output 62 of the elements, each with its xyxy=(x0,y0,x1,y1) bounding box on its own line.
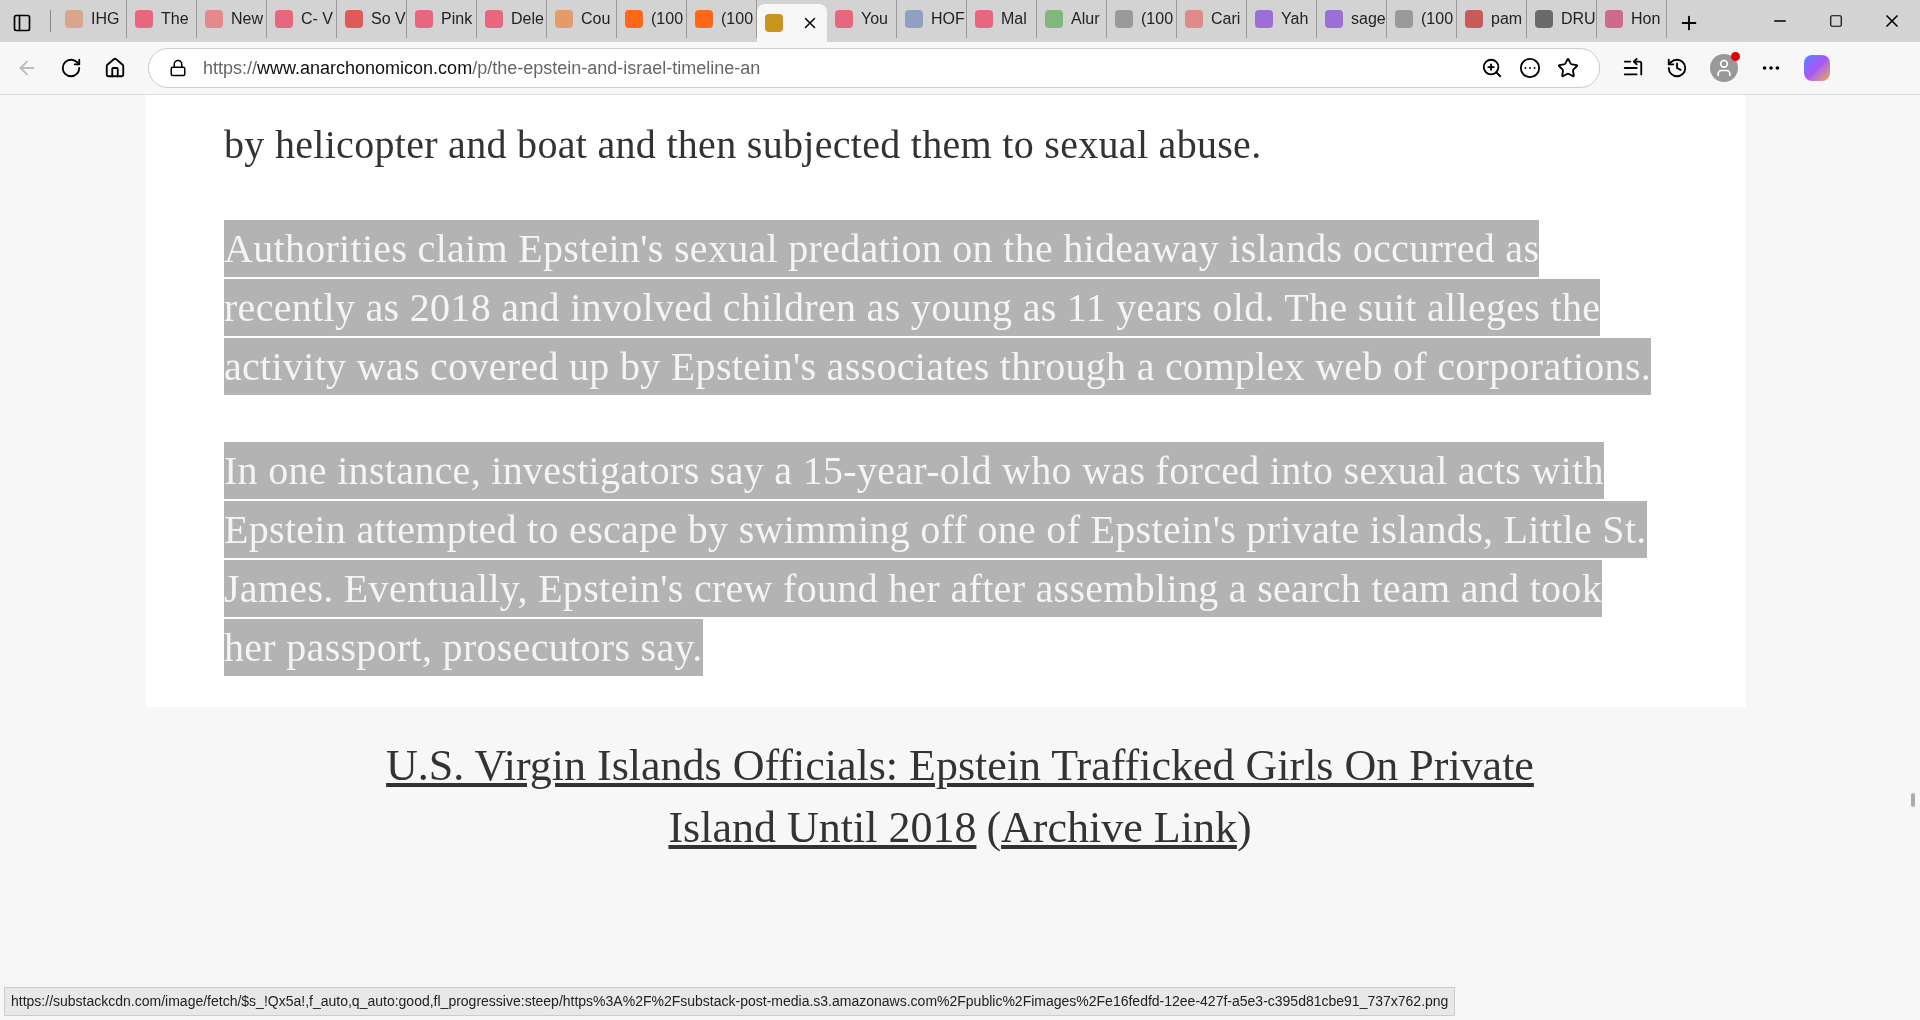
tab-title: Cari xyxy=(1211,9,1241,29)
browser-tab[interactable]: Hon xyxy=(1597,0,1667,38)
tab-title: The xyxy=(161,9,189,29)
url-text: https://www.anarchonomicon.com/p/the-epstein-and-israel-timeline-an xyxy=(203,56,761,80)
tab-title: sage xyxy=(1351,9,1386,29)
tab-title: (100 xyxy=(721,9,754,29)
favorite-icon[interactable] xyxy=(1557,57,1579,79)
browser-tab[interactable]: (100 xyxy=(1107,0,1177,38)
browser-tab[interactable]: Dele xyxy=(477,0,547,38)
tab-title: DRU xyxy=(1561,9,1596,29)
tab-title: Alur xyxy=(1071,9,1100,29)
tab-title: Hon xyxy=(1631,9,1661,29)
tab-title: New xyxy=(231,9,263,29)
browser-tab[interactable]: DRU xyxy=(1527,0,1597,38)
browser-tab[interactable]: C- V xyxy=(267,0,337,38)
history-icon[interactable] xyxy=(1666,57,1688,79)
browser-tab[interactable]: (100 xyxy=(617,0,687,38)
tab-title: IHG xyxy=(91,9,120,29)
tab-title: Cou xyxy=(581,9,611,29)
copilot-icon[interactable] xyxy=(1804,55,1830,81)
tab-title: Yah xyxy=(1281,9,1309,29)
tab-title: Dele xyxy=(511,9,544,29)
browser-tab[interactable]: Cou xyxy=(547,0,617,38)
lock-icon xyxy=(169,59,187,77)
more-icon[interactable] xyxy=(1519,57,1541,79)
browser-tab[interactable]: Yah xyxy=(1247,0,1317,38)
article-paragraph: by helicopter and boat and then subjected them to sexual abuse. xyxy=(224,121,1263,169)
browser-tab[interactable]: Mal xyxy=(967,0,1037,38)
tab-title: (100 xyxy=(651,9,684,29)
reload-icon[interactable] xyxy=(60,57,82,79)
browser-tab[interactable]: Cari xyxy=(1177,0,1247,38)
tab-title: pam xyxy=(1491,9,1523,29)
parenthesis: ( xyxy=(986,802,1002,854)
browser-tab[interactable]: (100 xyxy=(1387,0,1457,38)
browser-tab[interactable]: You xyxy=(827,0,897,38)
zoom-icon[interactable] xyxy=(1481,57,1503,79)
browser-tab[interactable]: IHG xyxy=(57,0,127,38)
profile-avatar[interactable] xyxy=(1710,54,1738,82)
home-icon[interactable] xyxy=(104,57,126,79)
browser-tab[interactable]: Alur xyxy=(1037,0,1107,38)
browser-tab[interactable]: sage xyxy=(1317,0,1387,38)
article-link[interactable]: Island Until 2018 xyxy=(668,797,977,859)
tab-title: So V xyxy=(371,9,406,29)
browser-tab[interactable]: HOF xyxy=(897,0,967,38)
address-bar[interactable]: https://www.anarchonomicon.com/p/the-epstein-and-israel-timeline-an xyxy=(148,48,1600,88)
tab-title: C- V xyxy=(301,9,333,29)
browser-tab[interactable]: (100 xyxy=(687,0,757,38)
browser-tab[interactable]: The xyxy=(127,0,197,38)
status-bar: https://substackcdn.com/image/fetch/$s_!Qx5a!,f_auto,q_auto:good,fl_progressive:steep/https%3A%2F%2Fsubstack-post-media.s3.amazonaws.com%2Fpublic%2Fimages%2Fe16fedfd-12ee-427f-a5e3-c395d81cbe91_737x762.png xyxy=(4,987,1456,1016)
tab-title: HOF xyxy=(931,9,965,29)
tab-title: (100 xyxy=(1141,9,1174,29)
browser-tab[interactable]: So V xyxy=(337,0,407,38)
browser-tab[interactable]: New xyxy=(197,0,267,38)
tab-title: Mal xyxy=(1001,9,1027,29)
browser-tab[interactable]: pam xyxy=(1457,0,1527,38)
tab-title: (100 xyxy=(1421,9,1454,29)
article-link[interactable]: U.S. Virgin Islands Officials: Epstein Trafficked Girls On Private xyxy=(386,735,1534,797)
browser-tab[interactable]: Pink xyxy=(407,0,477,38)
parenthesis: ) xyxy=(1236,802,1252,854)
archive-link[interactable]: Archive Link xyxy=(1001,797,1237,859)
tab-title: Pink xyxy=(441,9,473,29)
tab-title: You xyxy=(861,9,888,29)
